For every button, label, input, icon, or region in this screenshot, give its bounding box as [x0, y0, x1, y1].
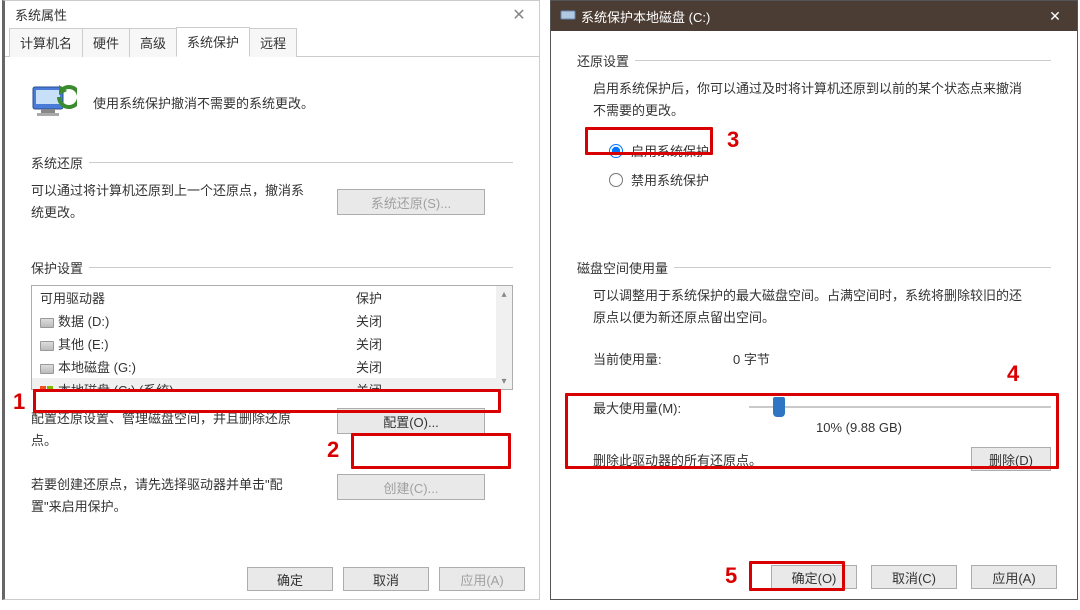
scroll-up-icon[interactable]: ▴ — [496, 286, 512, 302]
section-system-restore: 系统还原 — [31, 153, 513, 172]
system-protection-icon — [31, 81, 77, 123]
dialog-footer: 确定(O) 取消(C) 应用(A) — [771, 565, 1057, 589]
drive-row-selected[interactable]: 本地磁盘 (C:) (系统) 关闭 — [32, 378, 512, 390]
slider-thumb[interactable] — [773, 397, 785, 417]
max-usage-label: 最大使用量(M): — [593, 398, 733, 417]
section-protection-settings: 保护设置 — [31, 258, 513, 277]
ok-button[interactable]: 确定(O) — [771, 565, 857, 589]
radio-disable-protection[interactable]: 禁用系统保护 — [607, 165, 1051, 194]
radio-input[interactable] — [609, 173, 623, 187]
section-label: 还原设置 — [577, 51, 629, 70]
drive-icon — [40, 318, 54, 328]
drive-list[interactable]: 可用驱动器 保护 数据 (D:) 关闭 其他 (E:) 关闭 本地磁盘 (G:)… — [31, 285, 513, 390]
restore-description: 启用系统保护后，你可以通过及时将计算机还原到以前的某个状态点来撤消不需要的更改。 — [593, 78, 1023, 122]
drive-icon — [40, 341, 54, 351]
configure-description: 配置还原设置、管理磁盘空间，并且删除还原点。 — [31, 408, 311, 452]
current-usage-label: 当前使用量: — [593, 349, 733, 368]
section-restore-settings: 还原设置 — [577, 51, 1051, 70]
radio-label: 禁用系统保护 — [631, 170, 709, 189]
dialog-footer: 确定 取消 应用(A) — [247, 567, 525, 591]
apply-button[interactable]: 应用(A) — [971, 565, 1057, 589]
close-icon[interactable]: ✕ — [509, 1, 529, 31]
col-status-label: 保护 — [356, 288, 506, 307]
ok-button[interactable]: 确定 — [247, 567, 333, 591]
window-title: 系统属性 — [15, 1, 67, 31]
delete-description: 删除此驱动器的所有还原点。 — [593, 450, 951, 469]
max-usage-readout: 10% (9.88 GB) — [816, 420, 902, 435]
tab-strip: 计算机名 硬件 高级 系统保护 远程 — [5, 31, 539, 57]
tab-hardware[interactable]: 硬件 — [82, 28, 130, 57]
drive-row[interactable]: 本地磁盘 (G:) 关闭 — [32, 355, 512, 378]
tab-system-protection[interactable]: 系统保护 — [176, 27, 250, 57]
tab-advanced[interactable]: 高级 — [129, 28, 177, 57]
current-usage-value: 0 字节 — [733, 349, 1051, 368]
drive-icon — [40, 364, 54, 374]
system-properties-window: 系统属性 ✕ 计算机名 硬件 高级 系统保护 远程 使用系统保护撤消不需要的系统… — [2, 0, 540, 600]
tab-remote[interactable]: 远程 — [249, 28, 297, 57]
section-label: 系统还原 — [31, 153, 83, 172]
max-usage-slider[interactable] — [749, 396, 1051, 418]
scrollbar[interactable]: ▴ ▾ — [496, 286, 512, 389]
titlebar: 系统属性 ✕ — [5, 1, 539, 31]
titlebar: 系统保护本地磁盘 (C:) ✕ — [551, 1, 1077, 31]
tab-computer-name[interactable]: 计算机名 — [9, 28, 83, 57]
col-drive-label: 可用驱动器 — [40, 288, 356, 307]
section-disk-space: 磁盘空间使用量 — [577, 258, 1051, 277]
create-description: 若要创建还原点，请先选择驱动器并单击"配置"来启用保护。 — [31, 474, 311, 518]
apply-button[interactable]: 应用(A) — [439, 567, 525, 591]
drive-icon — [559, 9, 577, 24]
scroll-down-icon[interactable]: ▾ — [496, 373, 512, 389]
section-label: 磁盘空间使用量 — [577, 258, 668, 277]
delete-button[interactable]: 删除(D) — [971, 447, 1051, 471]
radio-label: 启用系统保护 — [631, 141, 709, 160]
space-description: 可以调整用于系统保护的最大磁盘空间。占满空间时，系统将删除较旧的还原点以便为新还… — [593, 285, 1023, 329]
intro-text: 使用系统保护撤消不需要的系统更改。 — [93, 93, 314, 112]
restore-description: 可以通过将计算机还原到上一个还原点，撤消系统更改。 — [31, 180, 311, 224]
cancel-button[interactable]: 取消 — [343, 567, 429, 591]
drive-row[interactable]: 其他 (E:) 关闭 — [32, 332, 512, 355]
close-icon[interactable]: ✕ — [1033, 1, 1077, 31]
radio-input[interactable] — [609, 144, 623, 158]
radio-enable-protection[interactable]: 启用系统保护 — [607, 136, 1051, 165]
windows-drive-icon — [40, 386, 54, 390]
section-label: 保护设置 — [31, 258, 83, 277]
create-button[interactable]: 创建(C)... — [337, 474, 485, 500]
drive-row[interactable]: 数据 (D:) 关闭 — [32, 309, 512, 332]
system-restore-button[interactable]: 系统还原(S)... — [337, 189, 485, 215]
drive-list-header: 可用驱动器 保护 — [32, 286, 512, 309]
annotation-number-5: 5 — [725, 563, 737, 589]
system-protection-drive-window: 系统保护本地磁盘 (C:) ✕ 还原设置 启用系统保护后，你可以通过及时将计算机… — [550, 0, 1078, 600]
cancel-button[interactable]: 取消(C) — [871, 565, 957, 589]
window-title: 系统保护本地磁盘 (C:) — [581, 7, 710, 26]
configure-button[interactable]: 配置(O)... — [337, 408, 485, 434]
